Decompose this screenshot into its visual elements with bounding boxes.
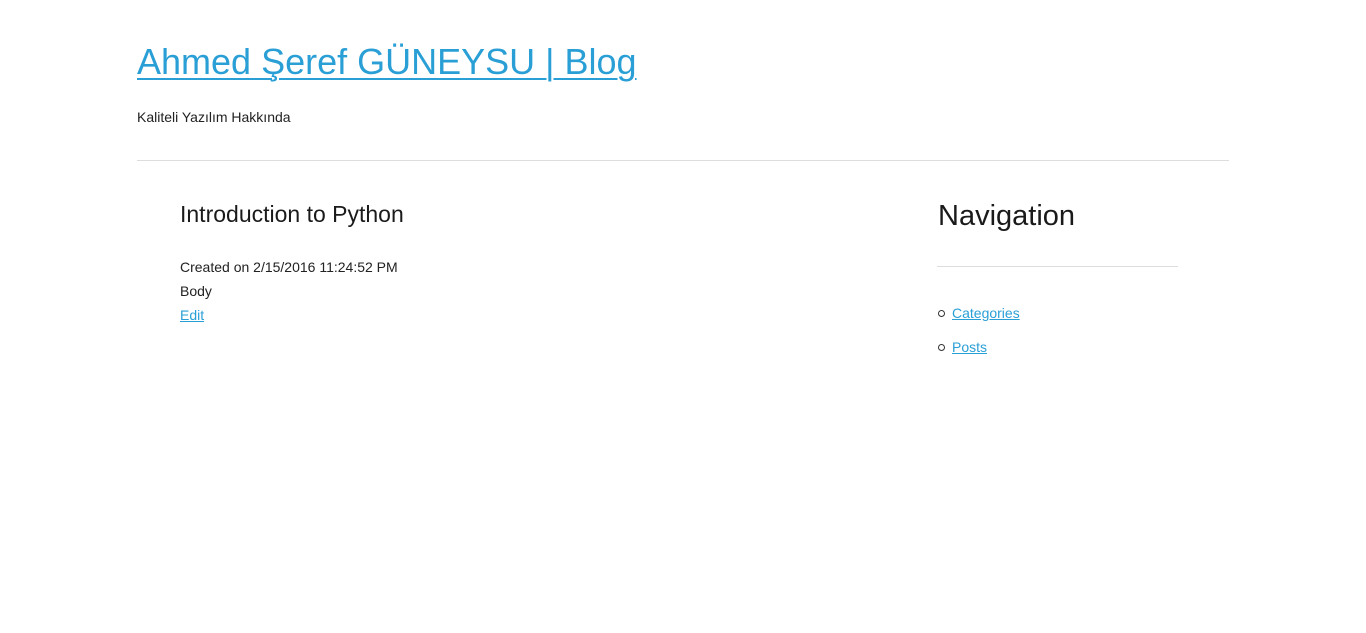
post-meta: Created on 2/15/2016 11:24:52 PM Body Ed… xyxy=(180,255,398,327)
nav-item-posts: Posts xyxy=(938,338,1020,372)
site-header: Ahmed Şeref GÜNEYSU | Blog Kaliteli Yazı… xyxy=(137,38,1229,125)
sidebar-title: Navigation xyxy=(938,200,1076,232)
post-created-date: Created on 2/15/2016 11:24:52 PM xyxy=(180,259,398,275)
sidebar: Navigation Categories Posts xyxy=(937,198,1178,355)
posts-link[interactable]: Posts xyxy=(952,339,987,355)
post-title: Introduction to Python xyxy=(180,201,404,227)
sidebar-divider xyxy=(937,266,1178,267)
edit-link[interactable]: Edit xyxy=(180,307,204,323)
site-title-link[interactable]: Ahmed Şeref GÜNEYSU | Blog xyxy=(137,38,637,86)
nav-list: Categories Posts xyxy=(938,304,1020,372)
post-details: Introduction to Python Created on 2/15/2… xyxy=(180,200,780,323)
page: Ahmed Şeref GÜNEYSU | Blog Kaliteli Yazı… xyxy=(0,0,1366,633)
site-tagline: Kaliteli Yazılım Hakkında xyxy=(137,109,291,125)
nav-item-categories: Categories xyxy=(938,304,1020,338)
header-divider xyxy=(137,160,1229,161)
bullet-icon xyxy=(938,310,945,317)
post-body: Body xyxy=(180,283,212,299)
bullet-icon xyxy=(938,344,945,351)
categories-link[interactable]: Categories xyxy=(952,305,1020,321)
